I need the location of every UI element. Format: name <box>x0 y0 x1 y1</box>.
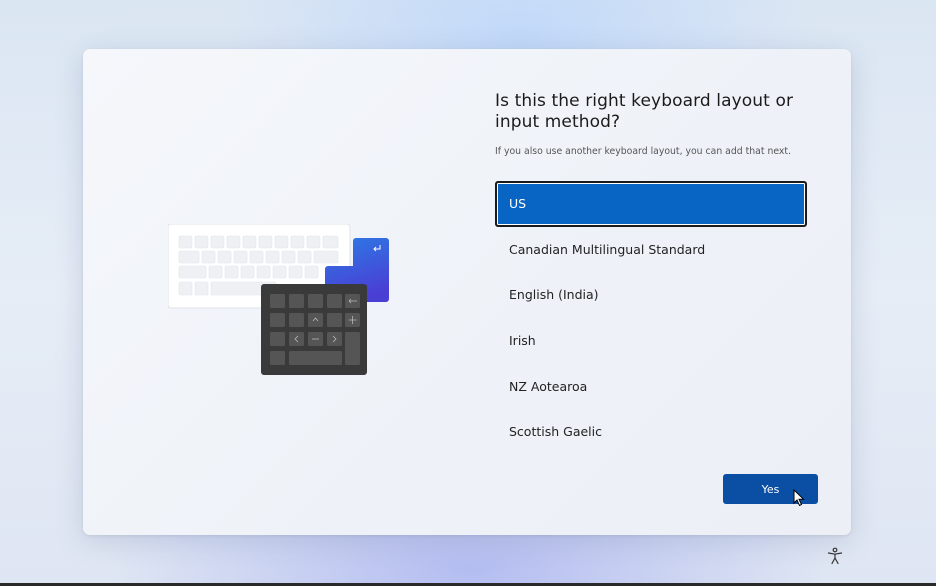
keyboard-illustration <box>168 224 389 375</box>
keyboard-layout-list[interactable]: US Canadian Multilingual Standard Englis… <box>495 181 807 455</box>
mouse-pointer-icon <box>793 489 805 507</box>
layout-option-us[interactable]: US <box>495 181 807 227</box>
layout-option-label: US <box>509 196 527 212</box>
layout-option-canadian-multilingual[interactable]: Canadian Multilingual Standard <box>495 227 807 273</box>
layout-option-irish[interactable]: Irish <box>495 318 807 364</box>
layout-option-label: Scottish Gaelic <box>509 424 602 440</box>
layout-option-label: English (India) <box>509 287 599 303</box>
layout-option-scottish-gaelic[interactable]: Scottish Gaelic <box>495 409 807 455</box>
layout-option-nz-aotearoa[interactable]: NZ Aotearoa <box>495 363 807 409</box>
page-title: Is this the right keyboard layout or inp… <box>495 91 794 132</box>
layout-option-label: NZ Aotearoa <box>509 378 588 394</box>
layout-option-label: Irish <box>509 333 536 349</box>
setup-dialog: Is this the right keyboard layout or inp… <box>83 49 851 535</box>
accessibility-icon[interactable] <box>826 547 844 565</box>
page-subtitle: If you also use another keyboard layout,… <box>495 146 792 157</box>
layout-option-english-india[interactable]: English (India) <box>495 272 807 318</box>
layout-option-label: Canadian Multilingual Standard <box>509 241 706 257</box>
